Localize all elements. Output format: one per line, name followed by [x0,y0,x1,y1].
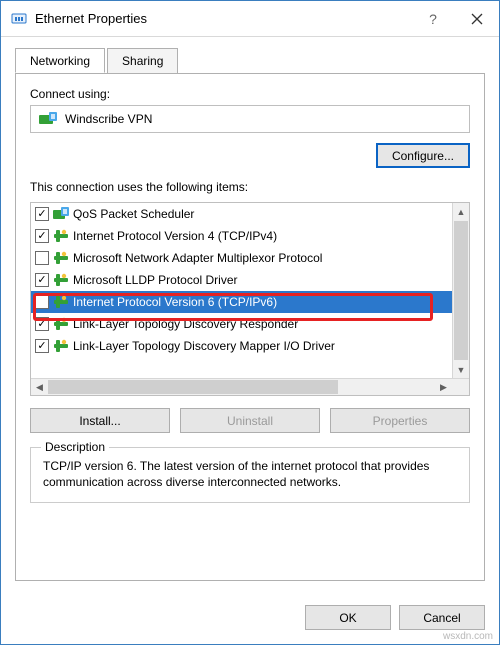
dialog-footer: OK Cancel [1,595,499,644]
description-text: TCP/IP version 6. The latest version of … [43,458,457,490]
list-item[interactable]: ✓ Internet Protocol Version 4 (TCP/IPv4) [31,225,452,247]
list-item-label: Link-Layer Topology Discovery Responder [73,317,298,331]
checkbox[interactable]: ✓ [35,229,49,243]
window-title: Ethernet Properties [35,11,411,26]
close-button[interactable] [455,4,499,34]
list-item-label: Internet Protocol Version 4 (TCP/IPv4) [73,229,277,243]
list-item-label: Microsoft Network Adapter Multiplexor Pr… [73,251,322,265]
install-button[interactable]: Install... [30,408,170,433]
list-item[interactable]: ✓ Link-Layer Topology Discovery Responder [31,313,452,335]
ethernet-properties-window: Ethernet Properties ? Networking Sharing… [0,0,500,645]
checkbox[interactable] [35,295,49,309]
protocol-icon [53,273,69,287]
configure-button[interactable]: Configure... [376,143,470,168]
qos-icon [53,207,69,221]
list-item-label: Microsoft LLDP Protocol Driver [73,273,238,287]
checkbox[interactable]: ✓ [35,339,49,353]
list-item-label: Internet Protocol Version 6 (TCP/IPv6) [73,295,277,309]
hscroll-thumb[interactable] [48,380,338,394]
list-item[interactable]: Internet Protocol Version 6 (TCP/IPv6) [31,291,452,313]
checkbox[interactable]: ✓ [35,273,49,287]
checkbox[interactable]: ✓ [35,207,49,221]
protocol-icon [53,229,69,243]
list-item-label: QoS Packet Scheduler [73,207,194,221]
watermark: wsxdn.com [443,631,493,642]
checkbox[interactable]: ✓ [35,317,49,331]
adapter-name: Windscribe VPN [65,112,152,126]
list-item[interactable]: ✓ QoS Packet Scheduler [31,203,452,225]
list-item[interactable]: ✓ Link-Layer Topology Discovery Mapper I/… [31,335,452,357]
items-label: This connection uses the following items… [30,180,470,194]
window-controls: ? [411,4,499,34]
list-item[interactable]: ✓ Microsoft LLDP Protocol Driver [31,269,452,291]
networking-panel: Connect using: Windscribe VPN Configure.… [15,73,485,581]
protocol-icon [53,251,69,265]
ethernet-icon [11,11,27,27]
scroll-thumb[interactable] [454,221,468,360]
tabs: Networking Sharing [15,48,485,74]
tab-networking[interactable]: Networking [15,48,105,73]
properties-button: Properties [330,408,470,433]
list-item-label: Link-Layer Topology Discovery Mapper I/O… [73,339,335,353]
protocol-icon [53,295,69,309]
list-item[interactable]: Microsoft Network Adapter Multiplexor Pr… [31,247,452,269]
scroll-left-icon[interactable]: ◀ [31,379,48,395]
nic-icon [39,112,57,126]
items-listbox[interactable]: ✓ QoS Packet Scheduler ✓ Internet Protocol … [30,202,470,396]
uninstall-button: Uninstall [180,408,320,433]
protocol-icon [53,339,69,353]
checkbox[interactable] [35,251,49,265]
scroll-up-icon[interactable]: ▲ [453,203,469,220]
description-group: Description TCP/IP version 6. The latest… [30,447,470,503]
scroll-corner [452,379,469,395]
connect-using-label: Connect using: [30,87,470,101]
cancel-button[interactable]: Cancel [399,605,485,630]
adapter-box[interactable]: Windscribe VPN [30,105,470,133]
protocol-icon [53,317,69,331]
item-actions: Install... Uninstall Properties [30,408,470,433]
scroll-right-icon[interactable]: ▶ [435,379,452,395]
vertical-scrollbar[interactable]: ▲ ▼ [452,203,469,378]
ok-button[interactable]: OK [305,605,391,630]
titlebar: Ethernet Properties ? [1,1,499,37]
horizontal-scrollbar[interactable]: ◀ ▶ [31,378,469,395]
help-button[interactable]: ? [411,4,455,34]
tab-sharing[interactable]: Sharing [107,48,178,73]
description-legend: Description [41,440,109,454]
scroll-down-icon[interactable]: ▼ [453,361,469,378]
